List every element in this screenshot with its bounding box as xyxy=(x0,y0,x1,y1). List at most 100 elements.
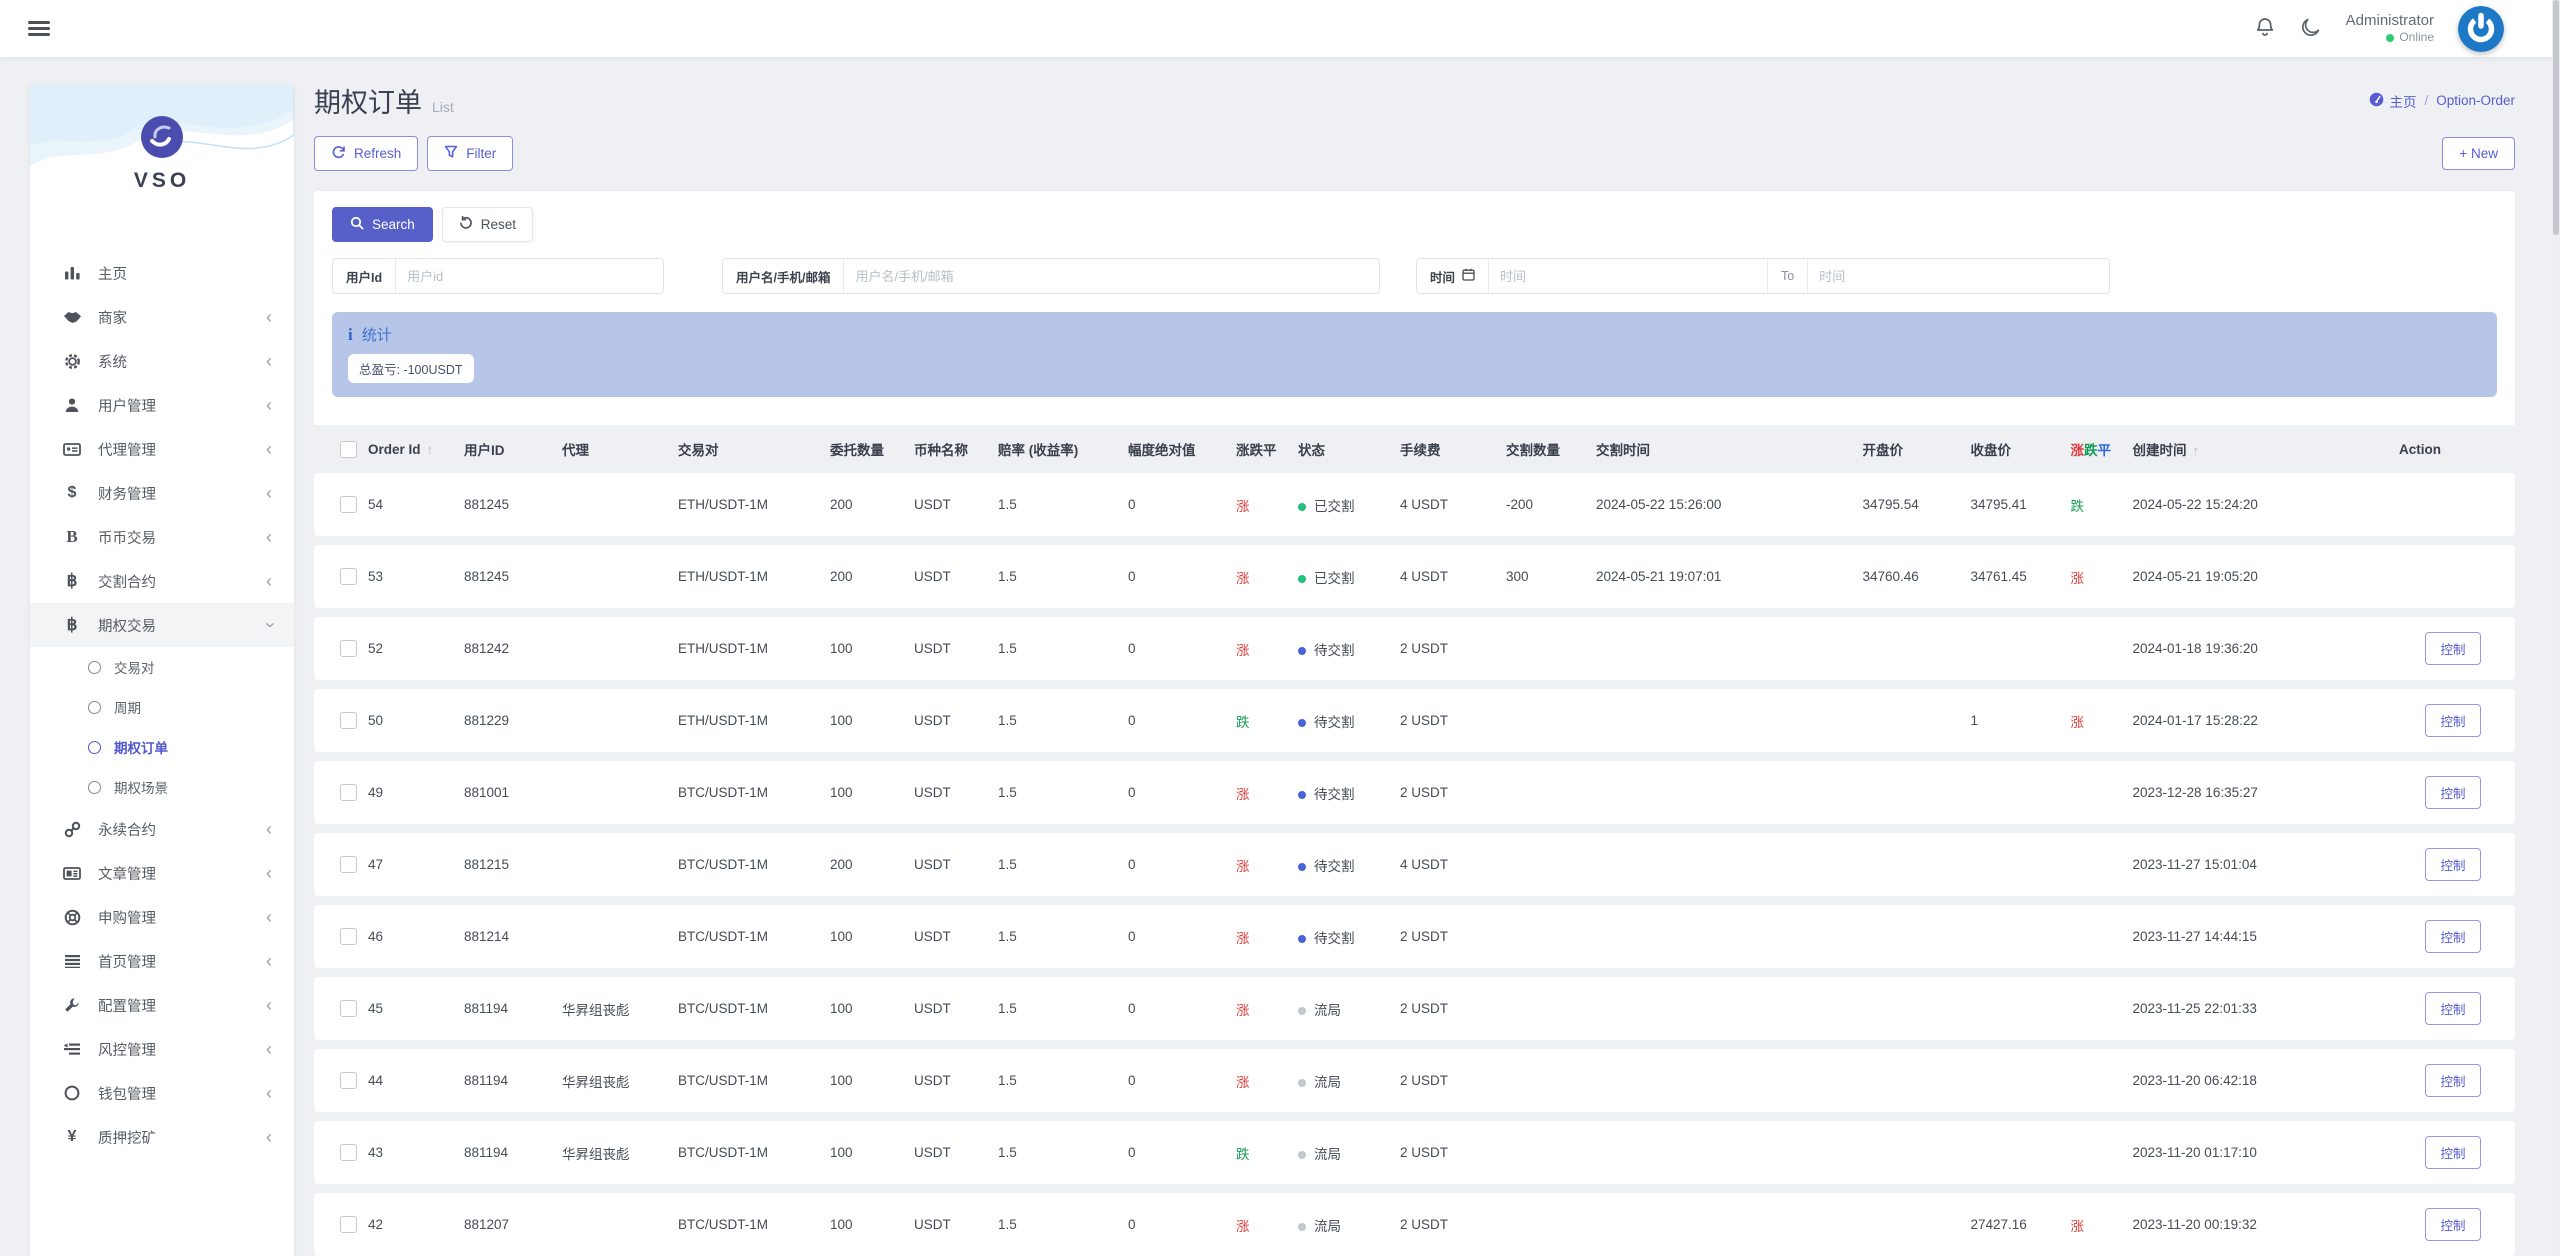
cell-close-price xyxy=(1962,761,2063,824)
column-header: 币种名称 xyxy=(914,443,968,458)
cell-id: 50 xyxy=(360,689,456,752)
sidebar-subitem[interactable]: 周期 xyxy=(30,687,294,727)
dark-mode-button[interactable] xyxy=(2300,16,2322,41)
cell-settle-time xyxy=(1588,617,1855,680)
sidebar-item[interactable]: 系统 ‹ xyxy=(30,339,294,383)
cell-status: 待交割 xyxy=(1290,833,1392,896)
breadcrumb: 主页 / Option-Order xyxy=(2369,91,2515,111)
row-checkbox[interactable] xyxy=(340,1216,357,1233)
sidebar-item[interactable]: 主页 xyxy=(30,251,294,295)
control-button[interactable]: 控制 xyxy=(2425,992,2481,1025)
username-input[interactable] xyxy=(844,259,1379,293)
user-info[interactable]: Administrator Online xyxy=(2346,12,2434,46)
row-checkbox[interactable] xyxy=(340,712,357,729)
sidebar-item[interactable]: 文章管理 ‹ xyxy=(30,851,294,895)
cell-pair: BTC/USDT-1M xyxy=(670,761,822,824)
row-checkbox[interactable] xyxy=(340,568,357,585)
sidebar-item[interactable]: 用户管理 ‹ xyxy=(30,383,294,427)
row-checkbox[interactable] xyxy=(340,784,357,801)
cell-action: 控制 xyxy=(2391,833,2515,896)
cell-user-id: 881229 xyxy=(456,689,554,752)
column-header: 状态 xyxy=(1298,443,1325,458)
yen-icon: ¥ xyxy=(67,1128,77,1145)
sidebar-item[interactable]: 商家 ‹ xyxy=(30,295,294,339)
notifications-button[interactable] xyxy=(2254,16,2276,41)
chevron-left-icon: ‹ xyxy=(266,1127,272,1147)
info-icon: i xyxy=(348,324,353,344)
cell-fee: 4 USDT xyxy=(1392,473,1498,536)
cell-result: 涨 xyxy=(2062,545,2125,608)
scrollbar-thumb[interactable] xyxy=(2553,0,2559,235)
cell-pair: BTC/USDT-1M xyxy=(670,977,822,1040)
search-button[interactable]: Search xyxy=(332,207,433,242)
cell-fee: 2 USDT xyxy=(1392,977,1498,1040)
status-text: 待交割 xyxy=(1314,714,1355,730)
sort-arrow-icon[interactable]: ↑ xyxy=(427,442,434,457)
sidebar-item[interactable]: 代理管理 ‹ xyxy=(30,427,294,471)
cell-settle-time xyxy=(1588,833,1855,896)
sort-arrow-icon[interactable]: ↑ xyxy=(2193,443,2200,458)
refresh-button[interactable]: Refresh xyxy=(314,136,419,171)
sidebar-item[interactable]: ฿ 交割合约 ‹ xyxy=(30,559,294,603)
sidebar-item[interactable]: $ 财务管理 ‹ xyxy=(30,471,294,515)
control-button[interactable]: 控制 xyxy=(2425,704,2481,737)
select-all-checkbox[interactable] xyxy=(340,440,357,458)
row-checkbox[interactable] xyxy=(340,1144,357,1161)
reset-button[interactable]: Reset xyxy=(441,207,534,242)
sidebar-item[interactable]: ¥ 质押挖矿 ‹ xyxy=(30,1115,294,1159)
sidebar-menu: 主页 商家 ‹ 系统 ‹ 用户管理 ‹ 代理管理 ‹ $ 财务管理 ‹ B 币币交易 ‹ ฿ 交割合约 ‹ ฿ 期权交… xyxy=(30,237,294,1159)
cell-coin: USDT xyxy=(906,1193,990,1256)
cell-action: 控制 xyxy=(2391,1193,2515,1256)
cell-amount: 100 xyxy=(822,689,906,752)
sidebar-item[interactable]: 钱包管理 ‹ xyxy=(30,1071,294,1115)
refresh-label: Refresh xyxy=(354,146,402,161)
row-checkbox[interactable] xyxy=(340,496,357,513)
row-checkbox[interactable] xyxy=(340,640,357,657)
control-button[interactable]: 控制 xyxy=(2425,632,2481,665)
sidebar-item-label: 风控管理 xyxy=(98,1042,156,1059)
row-checkbox[interactable] xyxy=(340,928,357,945)
cell-direction: 涨 xyxy=(1228,1193,1290,1256)
sidebar-item[interactable]: 申购管理 ‹ xyxy=(30,895,294,939)
filter-button[interactable]: Filter xyxy=(427,136,514,171)
row-checkbox[interactable] xyxy=(340,1000,357,1017)
cell-settle-time xyxy=(1588,905,1855,968)
sidebar-item[interactable]: 永续合约 ‹ xyxy=(30,807,294,851)
sidebar-subitem[interactable]: 期权场景 xyxy=(30,767,294,807)
sidebar-item[interactable]: ฿ 期权交易 ‹ xyxy=(30,603,294,647)
sidebar-item[interactable]: 配置管理 ‹ xyxy=(30,983,294,1027)
cell-amplitude: 0 xyxy=(1120,1193,1228,1256)
control-button[interactable]: 控制 xyxy=(2425,1136,2481,1169)
menu-toggle-icon[interactable] xyxy=(28,17,50,39)
sidebar-item[interactable]: 首页管理 ‹ xyxy=(30,939,294,983)
cell-status: 流局 xyxy=(1290,1193,1392,1256)
online-status-dot xyxy=(2386,33,2395,42)
new-button[interactable]: + New xyxy=(2442,137,2515,170)
sidebar-subitem[interactable]: 交易对 xyxy=(30,647,294,687)
row-checkbox[interactable] xyxy=(340,1072,357,1089)
row-checkbox[interactable] xyxy=(340,856,357,873)
page-scrollbar[interactable] xyxy=(2552,0,2560,1256)
control-button[interactable]: 控制 xyxy=(2425,848,2481,881)
id-card-icon xyxy=(60,442,84,457)
breadcrumb-home[interactable]: 主页 xyxy=(2369,91,2416,111)
cell-created: 2024-01-17 15:28:22 xyxy=(2124,689,2391,752)
chart-bars-icon xyxy=(60,265,84,281)
avatar[interactable] xyxy=(2458,5,2504,52)
control-button[interactable]: 控制 xyxy=(2425,920,2481,953)
control-button[interactable]: 控制 xyxy=(2425,1064,2481,1097)
cell-action: 控制 xyxy=(2391,977,2515,1040)
sidebar-item[interactable]: 风控管理 ‹ xyxy=(30,1027,294,1071)
column-header: Order Id ↑ xyxy=(368,441,434,457)
sidebar-item[interactable]: B 币币交易 ‹ xyxy=(30,515,294,559)
chevron-left-icon: ‹ xyxy=(266,995,272,1015)
newspaper-icon xyxy=(60,866,84,881)
userid-input[interactable] xyxy=(396,259,663,293)
table-body: 54 881245 ETH/USDT-1M 200 USDT 1.5 0 涨已交割 4 USDT… xyxy=(314,473,2515,1256)
time-to-input[interactable] xyxy=(1808,259,2109,293)
control-button[interactable]: 控制 xyxy=(2425,1208,2481,1241)
sidebar-subitem[interactable]: 期权订单 xyxy=(30,727,294,767)
control-button[interactable]: 控制 xyxy=(2425,776,2481,809)
cell-settle-qty: 300 xyxy=(1498,545,1588,608)
time-from-input[interactable] xyxy=(1489,259,1768,293)
